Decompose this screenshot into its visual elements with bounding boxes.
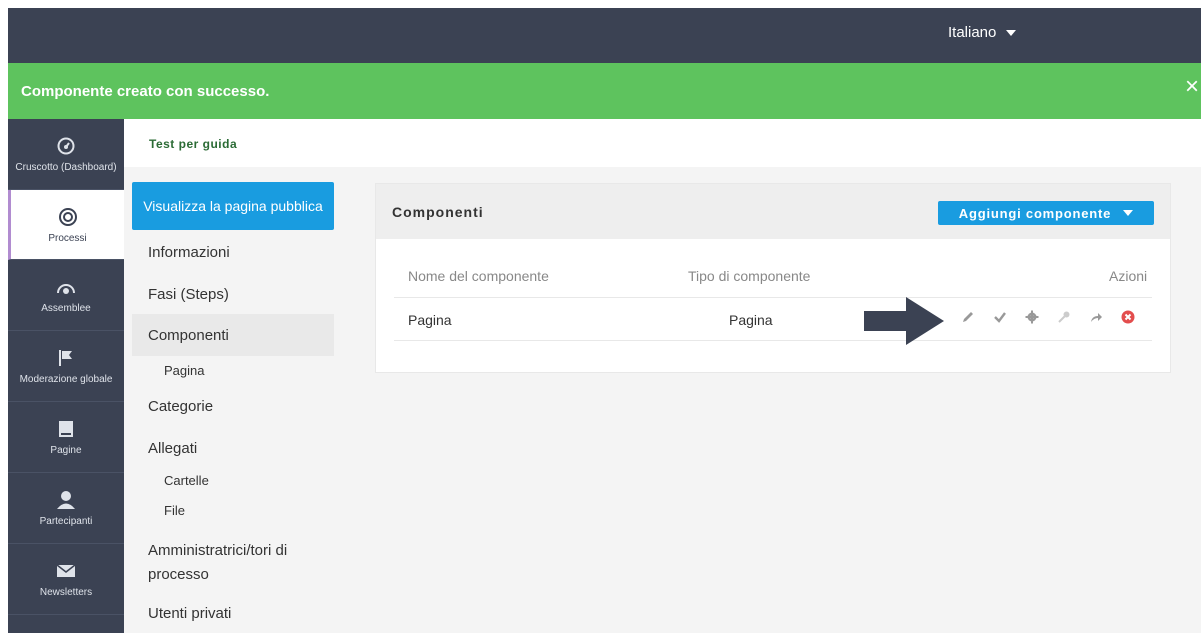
user-icon	[55, 489, 77, 511]
admin-sidebar: Cruscotto (Dashboard) Processi Assemblee…	[8, 119, 124, 633]
nav-item-label: Moderazione globale	[19, 374, 113, 385]
delete-icon[interactable]	[1120, 309, 1136, 325]
secnav-item-components[interactable]: Componenti	[148, 327, 229, 344]
add-component-label: Aggiungi componente	[958, 205, 1112, 221]
gear-icon[interactable]	[1024, 309, 1040, 325]
row-divider	[394, 297, 1152, 298]
flash-message: Componente creato con successo.	[21, 83, 270, 100]
nav-item-moderation[interactable]: Moderazione globale	[8, 331, 124, 402]
key-icon[interactable]	[1056, 309, 1072, 325]
column-header-type: Tipo di componente	[688, 268, 811, 284]
secondary-nav: Visualizza la pagina pubblica Informazio…	[124, 167, 342, 633]
nav-item-participants[interactable]: Partecipanti	[8, 473, 124, 544]
secnav-subitem-folders[interactable]: Cartelle	[164, 473, 209, 488]
component-type-cell: Pagina	[729, 312, 773, 328]
envelope-icon	[55, 560, 77, 582]
column-header-name: Nome del componente	[408, 268, 549, 284]
secnav-subitem-files[interactable]: File	[164, 503, 185, 518]
process-header: Test per guida	[124, 119, 1201, 168]
nav-item-pages[interactable]: Pagine	[8, 402, 124, 473]
flag-icon	[55, 347, 77, 369]
nav-item-label: Pagine	[50, 445, 82, 456]
share-icon[interactable]	[1088, 309, 1104, 325]
annotation-arrow-icon	[864, 297, 944, 345]
check-icon[interactable]	[992, 309, 1008, 325]
nav-item-label: Partecipanti	[39, 516, 93, 527]
process-title: Test per guida	[149, 137, 238, 151]
components-card: Componenti Aggiungi componente Nome del …	[375, 183, 1171, 373]
processes-icon	[57, 206, 79, 228]
dashboard-icon	[55, 135, 77, 157]
card-title: Componenti	[392, 204, 484, 220]
nav-item-label: Assemblee	[41, 303, 91, 314]
caret-down-icon	[1006, 29, 1017, 36]
secnav-item-information[interactable]: Informazioni	[148, 244, 230, 261]
nav-item-label: Newsletters	[39, 587, 93, 598]
card-header: Componenti Aggiungi componente	[376, 184, 1170, 239]
nav-item-processes[interactable]: Processi	[8, 190, 124, 260]
book-icon	[55, 418, 77, 440]
secnav-item-categories[interactable]: Categorie	[148, 398, 213, 415]
language-label: Italiano	[948, 24, 997, 41]
component-name-cell: Pagina	[408, 312, 452, 328]
view-public-page-button[interactable]: Visualizza la pagina pubblica	[132, 182, 334, 230]
frame-edge	[0, 0, 1201, 8]
language-selector[interactable]: Italiano	[948, 24, 1017, 41]
secnav-item-private-users[interactable]: Utenti privati	[148, 605, 231, 622]
secnav-item-steps[interactable]: Fasi (Steps)	[148, 286, 229, 303]
secnav-item-process-admins[interactable]: Amministratrici/tori di processo	[148, 539, 318, 587]
nav-item-label: Cruscotto (Dashboard)	[15, 162, 117, 173]
row-divider	[394, 340, 1152, 341]
success-callout: Componente creato con successo. ×	[8, 63, 1201, 119]
assemblies-icon	[55, 276, 77, 298]
nav-item-newsletters[interactable]: Newsletters	[8, 544, 124, 615]
nav-item-label: Processi	[48, 232, 87, 244]
nav-item-dashboard[interactable]: Cruscotto (Dashboard)	[8, 119, 124, 190]
close-icon[interactable]: ×	[1185, 75, 1199, 99]
main-content: Componenti Aggiungi componente Nome del …	[342, 167, 1201, 633]
secnav-item-attachments[interactable]: Allegati	[148, 440, 197, 457]
row-actions	[960, 309, 1136, 325]
top-bar: Italiano	[8, 8, 1201, 63]
column-header-actions: Azioni	[1109, 268, 1148, 284]
nav-item-assemblies[interactable]: Assemblee	[8, 260, 124, 331]
caret-down-icon	[1123, 210, 1134, 216]
pencil-icon[interactable]	[960, 309, 976, 325]
add-component-button[interactable]: Aggiungi componente	[938, 201, 1154, 225]
secnav-subitem-page[interactable]: Pagina	[164, 363, 204, 378]
